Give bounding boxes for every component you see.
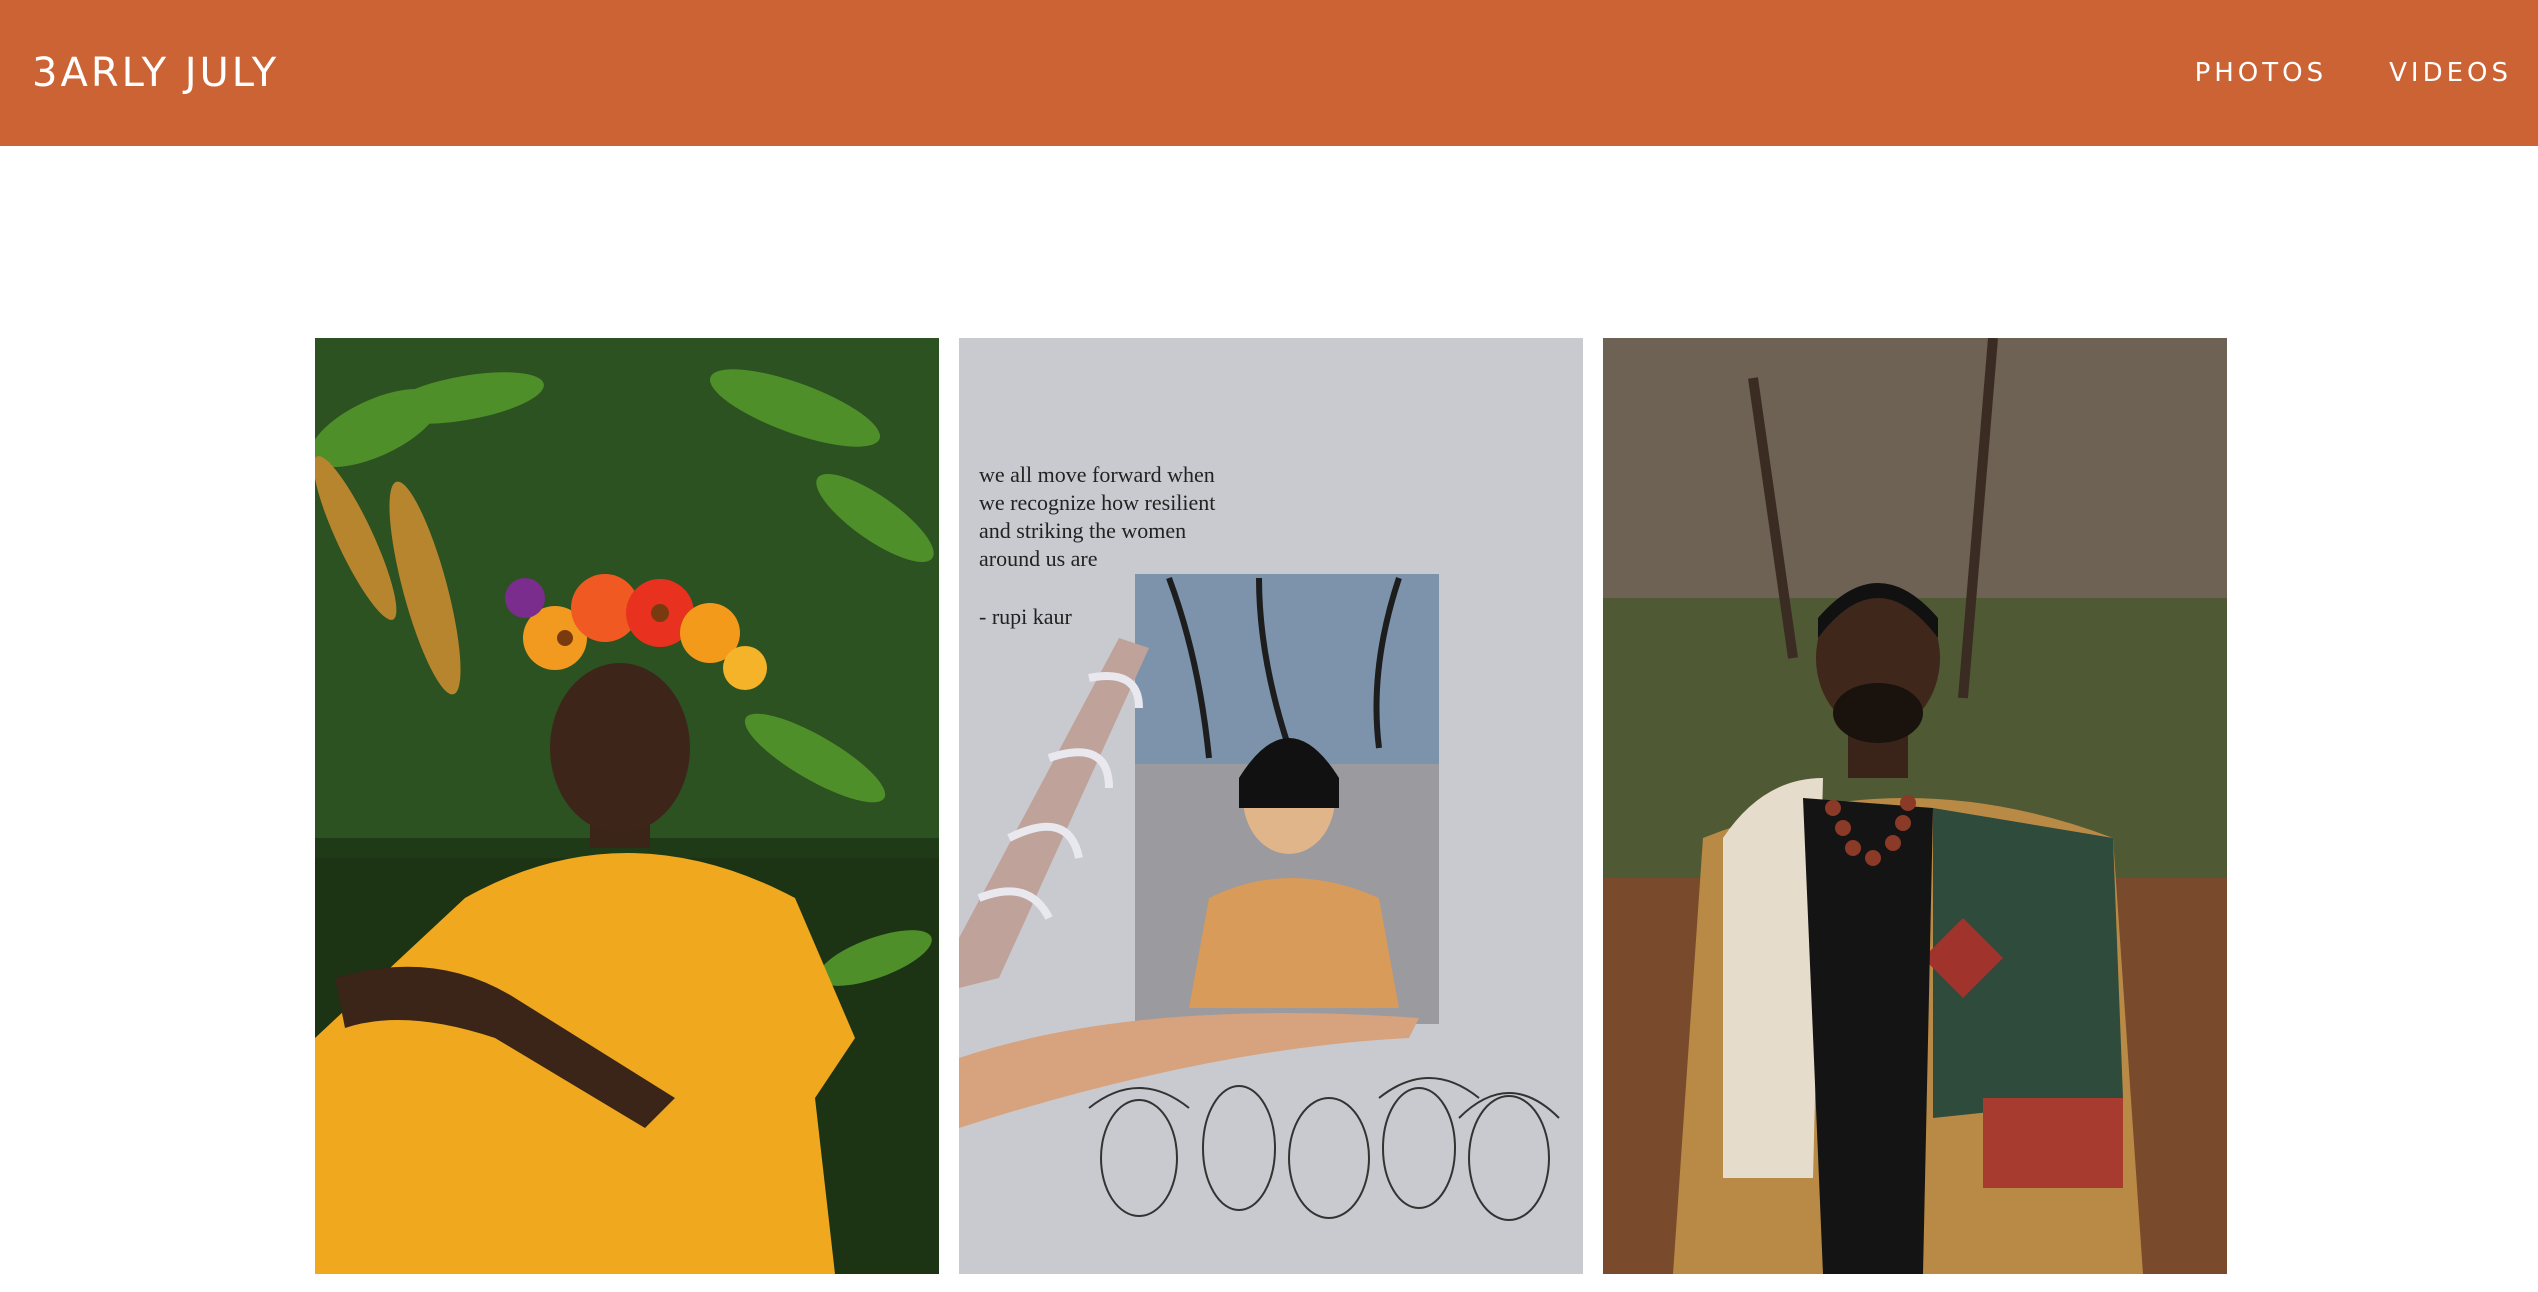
poem-attribution: - rupi kaur [979,604,1073,629]
gallery-photo-1[interactable] [315,338,939,1274]
photo-gallery: we all move forward when we recognize ho… [315,338,2227,1274]
poem-line-4: around us are [979,546,1098,571]
gallery-photo-3[interactable] [1603,338,2227,1274]
site-logo[interactable]: 3ARLY JULY [32,50,279,96]
photo-flower-crown-image [315,338,939,1274]
poem-line-1: we all move forward when [979,462,1215,487]
gallery-photo-2[interactable]: we all move forward when we recognize ho… [959,338,1583,1274]
photo-patchwork-jacket-image [1603,338,2227,1274]
site-header: 3ARLY JULY PHOTOS VIDEOS [0,0,2538,146]
poem-line-2: we recognize how resilient [979,490,1215,515]
nav-videos[interactable]: VIDEOS [2389,58,2512,88]
poem-line-3: and striking the women [979,518,1186,543]
photo-mirror-poem-image: we all move forward when we recognize ho… [959,338,1583,1274]
main-nav: PHOTOS VIDEOS [2195,58,2512,88]
nav-photos[interactable]: PHOTOS [2195,58,2328,88]
